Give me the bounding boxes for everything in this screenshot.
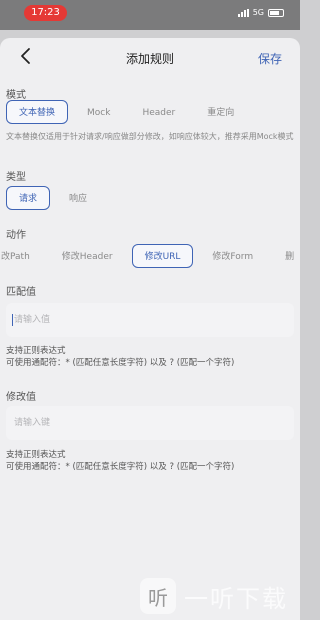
nav-bar: 添加规则 保存 [0, 38, 300, 78]
replace-help-wildcard: 可使用通配符：* (匹配任意长度字符) 以及 ? (匹配一个字符) [6, 462, 235, 472]
replace-label: 修改值 [6, 392, 36, 403]
action-label: 动作 [6, 230, 26, 241]
match-value-input[interactable] [6, 303, 294, 337]
status-bar: 17:23 5G [0, 0, 300, 30]
mode-description: 文本替换仅适用于针对请求/响应做部分修改，如响应体较大，推荐采用Mock模式 [6, 132, 294, 141]
action-option-url[interactable]: 修改URL [131, 244, 194, 268]
action-options: 改Path 修改Header 修改URL 修改Form 删 [0, 244, 300, 268]
type-option-response[interactable]: 响应 [56, 186, 100, 210]
match-label: 匹配值 [6, 287, 36, 298]
battery-icon [268, 8, 284, 17]
mode-options: 文本替换 Mock Header 重定向 [6, 100, 247, 124]
action-option-header[interactable]: 修改Header [49, 244, 126, 268]
action-option-form[interactable]: 修改Form [199, 244, 266, 268]
mode-option-mock[interactable]: Mock [74, 100, 123, 124]
type-label: 类型 [6, 172, 26, 183]
mode-option-text-replace[interactable]: 文本替换 [6, 100, 69, 124]
match-help-regex: 支持正则表达式 [6, 346, 66, 356]
mode-option-redirect[interactable]: 重定向 [194, 100, 247, 124]
signal-icon [237, 8, 249, 17]
status-indicators: 5G [237, 8, 284, 17]
page-title: 添加规则 [125, 52, 174, 66]
watermark-text: 一听下载 [184, 584, 288, 613]
text-caret [12, 314, 13, 326]
mode-label: 模式 [6, 90, 26, 101]
mode-option-header[interactable]: Header [129, 100, 188, 124]
replace-value-input[interactable] [6, 406, 294, 440]
watermark: 听 一听下载 [140, 578, 288, 614]
action-option-delete[interactable]: 删 [272, 244, 300, 268]
match-help-wildcard: 可使用通配符：* (匹配任意长度字符) 以及 ? (匹配一个字符) [6, 358, 235, 368]
save-button[interactable]: 保存 [258, 50, 282, 67]
type-options: 请求 响应 [6, 186, 100, 210]
add-rule-sheet: 添加规则 保存 模式 文本替换 Mock Header 重定向 文本替换仅适用于… [0, 38, 300, 620]
network-label: 5G [252, 8, 264, 17]
replace-help-regex: 支持正则表达式 [6, 450, 66, 460]
status-time: 17:23 [24, 5, 67, 21]
type-option-request[interactable]: 请求 [6, 186, 51, 210]
watermark-logo: 听 [140, 578, 176, 614]
action-option-path[interactable]: 改Path [0, 244, 43, 268]
